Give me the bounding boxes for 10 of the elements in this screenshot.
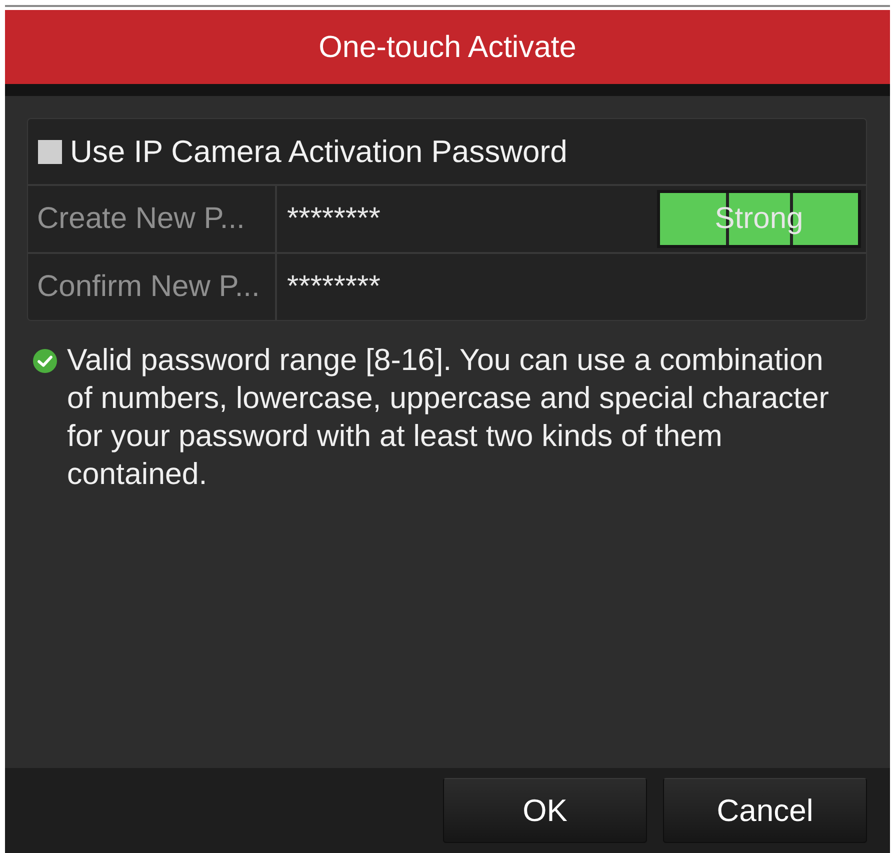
dialog-button[interactable]: Cancel bbox=[663, 778, 867, 843]
checkbox[interactable] bbox=[38, 140, 62, 164]
hint-text: Valid password range [8-16]. You can use a combination of numbers, lowercase, uppercase and special character for your password with at least two kinds of them contained. bbox=[67, 342, 830, 493]
dialog-button[interactable]: OK bbox=[443, 778, 647, 843]
field-label: Create New P... bbox=[28, 186, 277, 252]
check-circle-icon bbox=[33, 349, 57, 373]
password-field[interactable]: ******** bbox=[277, 254, 866, 320]
window-title: One-touch Activate bbox=[318, 30, 576, 64]
field-label: Confirm New P... bbox=[28, 254, 277, 320]
checkbox-label: Use IP Camera Activation Password bbox=[70, 134, 568, 170]
